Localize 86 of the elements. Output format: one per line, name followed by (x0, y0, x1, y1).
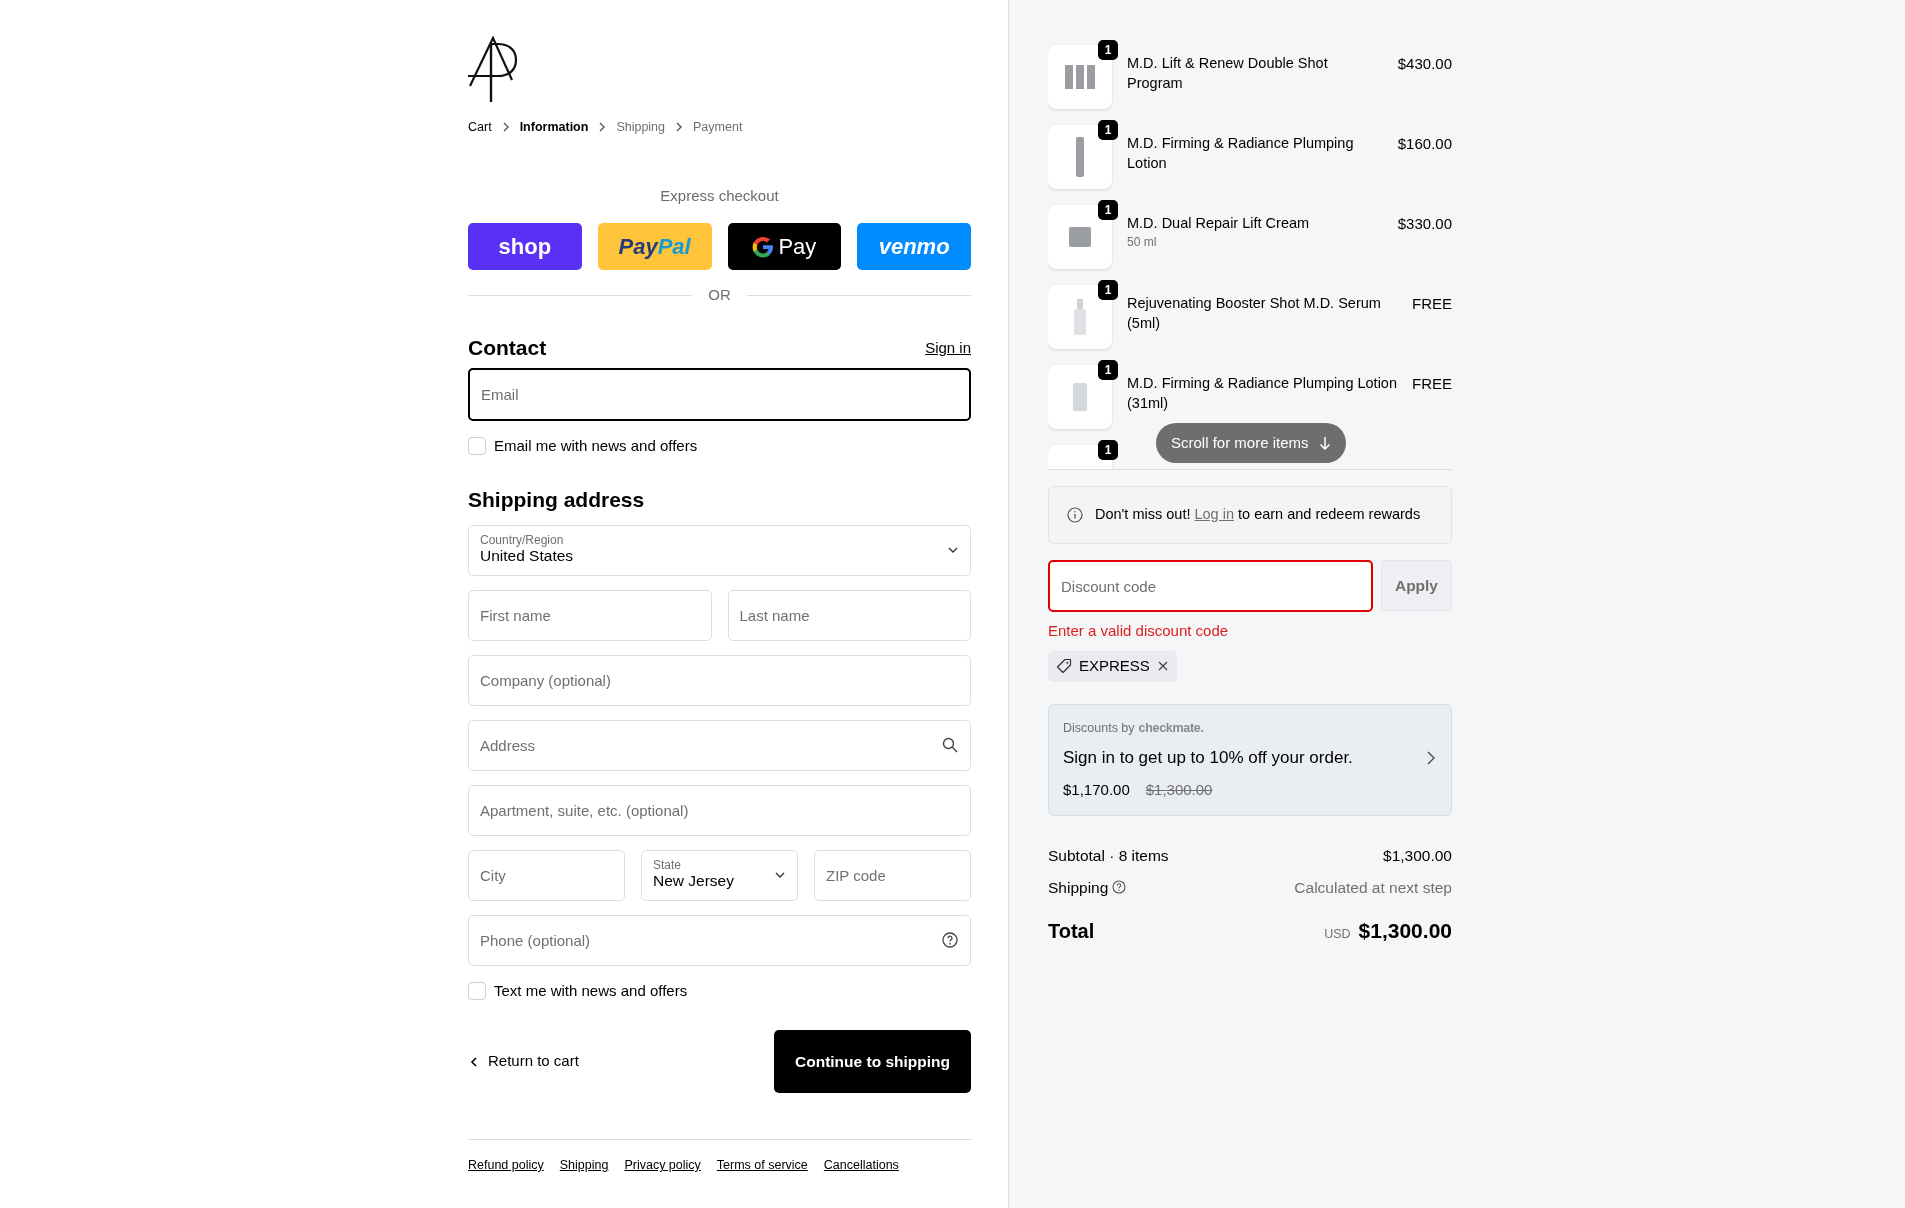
google-pay-button[interactable]: Pay (727, 223, 842, 271)
total-amount: $1,300.00 (1358, 917, 1452, 944)
phone-field[interactable]: Phone (optional) (468, 914, 971, 966)
product-name: M.D. Lift & Renew Double Shot Program (1127, 54, 1329, 94)
discount-code-field[interactable]: Discount code (1048, 560, 1373, 612)
subtotal-amount: $1,300.00 (1383, 846, 1452, 867)
discounts-by-label: Discounts by (1063, 719, 1135, 737)
total-label: Total (1048, 918, 1095, 944)
footer-link[interactable]: Terms of service (716, 1156, 808, 1175)
contact-heading: Contact (468, 334, 547, 360)
email-field[interactable]: Email (468, 367, 971, 421)
product-name: M.D. Dual Repair Lift Cream (1127, 214, 1310, 233)
arrow-down-icon (1318, 436, 1331, 450)
product-price: $160.00 (1397, 134, 1452, 154)
help-icon (942, 931, 958, 948)
log-in-link[interactable]: Log in (1194, 506, 1234, 523)
chevron-right-icon (1425, 751, 1437, 765)
breadcrumb-link[interactable]: Shipping (616, 118, 666, 137)
product-photo (1073, 383, 1087, 411)
checkbox-label[interactable]: Text me with news and offers (494, 979, 688, 1003)
quantity-badge: 1 (1098, 360, 1118, 380)
breadcrumb-link[interactable]: Cart (468, 118, 492, 137)
dropdown-field[interactable]: Country/Region United States (468, 524, 971, 576)
subtotal-label: Subtotal · 8 items (1048, 846, 1169, 867)
original-price: $1,300.00 (1145, 779, 1213, 800)
quantity-badge: 1 (1098, 200, 1118, 220)
text-field[interactable]: Last name (727, 589, 971, 641)
continue-to-shipping-button[interactable]: Continue to shipping (774, 1030, 971, 1094)
offer-message: Sign in to get up to 10% off your order. (1063, 747, 1353, 770)
product-photo (1076, 137, 1084, 177)
product-price: $330.00 (1397, 214, 1452, 234)
checkbox-label[interactable]: Email me with news and offers (494, 434, 698, 458)
footer-link[interactable]: Privacy policy (624, 1156, 701, 1175)
quantity-badge: 1 (1098, 280, 1118, 300)
close-icon[interactable] (1156, 660, 1169, 672)
express-checkout-title: Express checkout (659, 185, 780, 206)
help-icon (1112, 880, 1127, 895)
footer-link[interactable]: Cancellations (823, 1156, 899, 1175)
dropdown-field[interactable]: State New Jersey (641, 849, 798, 901)
product-price: $430.00 (1397, 54, 1452, 74)
discount-tag: EXPRESS (1048, 650, 1177, 682)
g-logo-icon (752, 235, 775, 258)
quantity-badge: 1 (1098, 40, 1118, 60)
scroll-for-more-button[interactable]: Scroll for more items (1156, 423, 1346, 463)
product-name: M.D. Firming & Radiance Plumping Lotion (1127, 134, 1355, 174)
brand-name: checkmate. (1138, 719, 1204, 737)
tag-icon (1056, 658, 1072, 674)
text-field[interactable]: Company (optional) (468, 654, 971, 706)
product-name: M.D. Firming & Radiance Plumping Lotion (31ml) (1127, 374, 1397, 414)
sign-in-link[interactable]: Sign in (925, 337, 971, 360)
product-price: FREE (1412, 294, 1452, 314)
rewards-message: Don't miss out! Log in to earn and redeem rewards (1095, 505, 1421, 525)
address-field[interactable]: Address (468, 719, 971, 771)
product-photo (1069, 227, 1091, 247)
quantity-badge: 1 (1098, 440, 1118, 460)
text-field[interactable]: Apartment, suite, etc. (optional) (468, 784, 971, 836)
checkbox[interactable] (468, 437, 486, 456)
quantity-badge: 1 (1098, 120, 1118, 140)
monogram-logo (468, 36, 520, 102)
product-photo (1065, 65, 1095, 89)
breadcrumb-link[interactable]: Information (519, 118, 589, 137)
discount-offer-card[interactable]: Discounts by checkmate. Sign in to get up to 10% off your order. $1,170.00 $1,300.00 (1048, 703, 1452, 817)
product-variant: 50 ml (1127, 234, 1158, 252)
shop-pay-button[interactable]: shop (468, 223, 582, 271)
shipping-label: Shipping (1048, 877, 1109, 898)
footer-link[interactable]: Refund policy (468, 1156, 544, 1175)
text-field[interactable]: First name (468, 589, 712, 641)
or-divider-text: OR (708, 285, 731, 306)
currency-code: USD (1324, 925, 1351, 943)
breadcrumb-link[interactable]: Payment (693, 118, 743, 137)
footer-link[interactable]: Shipping (559, 1156, 609, 1175)
text-field[interactable]: City (468, 849, 625, 901)
text-field[interactable]: ZIP code (814, 849, 971, 901)
discounted-price: $1,170.00 (1063, 779, 1130, 800)
product-price: FREE (1412, 374, 1452, 394)
product-name: Rejuvenating Booster Shot M.D. Serum (5ml) (1127, 294, 1382, 334)
product-photo (1074, 299, 1086, 335)
error-message: Enter a valid discount code (1048, 621, 1230, 641)
shipping-address-heading: Shipping address (468, 487, 646, 513)
shipping-note: Calculated at next step (1294, 877, 1452, 898)
chevron-left-icon (468, 1055, 480, 1068)
return-to-cart-link[interactable]: Return to cart (468, 1050, 579, 1073)
info-icon (1067, 507, 1083, 523)
paypal-button[interactable]: PayPal (597, 223, 712, 271)
checkbox[interactable] (468, 981, 486, 1000)
search-icon (942, 736, 958, 753)
